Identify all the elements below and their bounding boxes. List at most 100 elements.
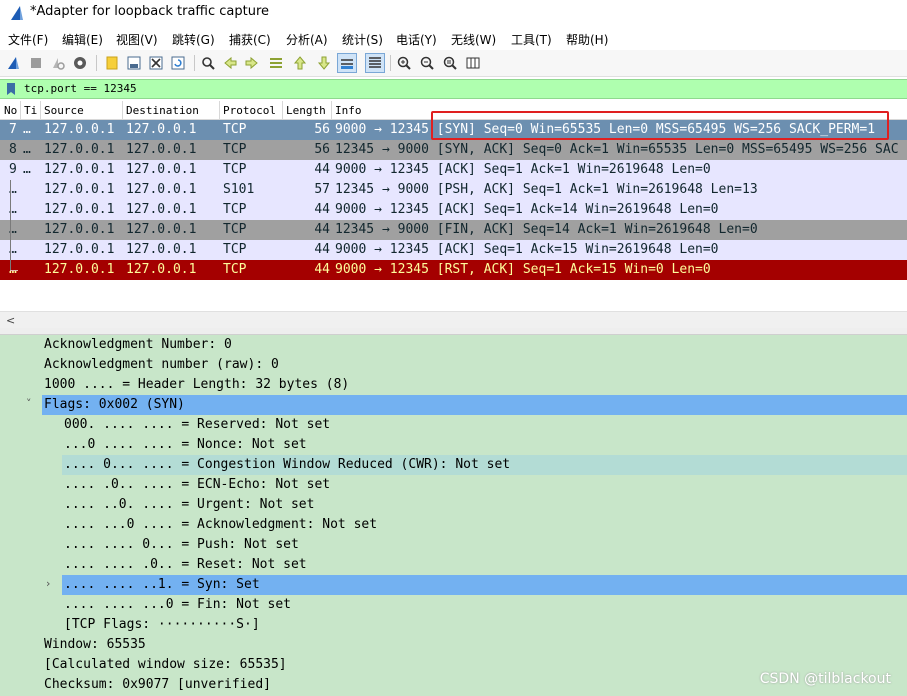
packet-cell-len: 56 xyxy=(314,122,330,137)
restart-icon[interactable] xyxy=(48,53,68,73)
packet-row[interactable]: … 127.0.0.1 127.0.0.1 S101 57 12345 → 9000 [P… xyxy=(0,180,907,200)
packet-cell-info: 9000 → 12345 [RST, ACK] Seq=1 Ack=15 Win… xyxy=(335,262,711,277)
packet-row[interactable]: … 127.0.0.1 127.0.0.1 TCP 44 9000 → 12345 [AC… xyxy=(0,240,907,260)
detail-line[interactable]: .... 0... .... = Congestion Window Reduc… xyxy=(62,455,907,475)
options-gear-icon[interactable] xyxy=(70,53,90,73)
menu-edit[interactable]: 编辑(E) xyxy=(62,31,103,48)
packet-cell-no: 8 xyxy=(9,142,17,157)
packet-cell-dst: 127.0.0.1 xyxy=(126,122,197,137)
packet-list: 7 … 127.0.0.1 127.0.0.1 TCP 56 9000 → 12345 [S… xyxy=(0,120,907,310)
packet-row[interactable]: … 127.0.0.1 127.0.0.1 TCP 44 9000 → 12345 [AC… xyxy=(0,200,907,220)
collapse-chevron-icon[interactable]: ˅ xyxy=(26,397,32,410)
window-title: *Adapter for loopback traffic capture xyxy=(30,4,270,19)
zoom-out-icon[interactable] xyxy=(417,53,437,73)
col-header-info[interactable]: Info xyxy=(335,104,362,117)
menu-analyze[interactable]: 分析(A) xyxy=(286,31,328,48)
detail-line-text: Flags: 0x002 (SYN) xyxy=(44,397,185,412)
packet-row[interactable]: 8 … 127.0.0.1 127.0.0.1 TCP 56 12345 → 9000 [S… xyxy=(0,140,907,160)
packet-cell-time: … xyxy=(23,162,31,177)
menu-go[interactable]: 跳转(G) xyxy=(172,31,215,48)
go-to-packet-icon[interactable] xyxy=(266,53,286,73)
col-header-time[interactable]: Ti xyxy=(24,104,37,117)
reload-icon[interactable] xyxy=(168,53,188,73)
go-forward-icon[interactable] xyxy=(242,53,262,73)
col-header-protocol[interactable]: Protocol xyxy=(223,104,276,117)
packet-cell-len: 56 xyxy=(314,142,330,157)
packet-cell-proto: TCP xyxy=(223,222,247,237)
packet-cell-dst: 127.0.0.1 xyxy=(126,262,197,277)
pane-splitter[interactable] xyxy=(0,328,907,335)
menu-file[interactable]: 文件(F) xyxy=(8,31,48,48)
go-first-icon[interactable] xyxy=(290,53,310,73)
menu-wireless[interactable]: 无线(W) xyxy=(451,31,496,48)
display-filter-bar[interactable]: tcp.port == 12345 xyxy=(0,79,907,99)
menu-telephony[interactable]: 电话(Y) xyxy=(396,31,437,48)
col-header-length[interactable]: Length xyxy=(286,104,326,117)
stop-icon[interactable] xyxy=(26,53,46,73)
packet-cell-time: … xyxy=(23,142,31,157)
menu-tools[interactable]: 工具(T) xyxy=(511,31,552,48)
shark-fin-icon[interactable] xyxy=(4,53,24,73)
detail-line-text: 000. .... .... = Reserved: Not set xyxy=(64,417,331,432)
packet-cell-no: 9 xyxy=(9,162,17,177)
filter-input[interactable]: tcp.port == 12345 xyxy=(24,82,137,95)
detail-line-text: .... .... 0... = Push: Not set xyxy=(64,537,299,552)
col-header-destination[interactable]: Destination xyxy=(126,104,199,117)
menu-capture[interactable]: 捕获(C) xyxy=(229,31,271,48)
zoom-normal-icon[interactable] xyxy=(440,53,460,73)
packet-cell-info: 9000 → 12345 [SYN] Seq=0 Win=65535 Len=0… xyxy=(335,122,876,137)
packet-list-header: No Ti Source Destination Protocol Length… xyxy=(0,101,907,120)
detail-line-text: ...0 .... .... = Nonce: Not set xyxy=(64,437,307,452)
menu-view[interactable]: 视图(V) xyxy=(116,31,158,48)
packet-cell-src: 127.0.0.1 xyxy=(44,242,115,257)
detail-line-text: .... .... .0.. = Reset: Not set xyxy=(64,557,307,572)
packet-cell-proto: TCP xyxy=(223,262,247,277)
autoscroll-icon[interactable] xyxy=(337,53,357,73)
packet-cell-dst: 127.0.0.1 xyxy=(126,182,197,197)
detail-line[interactable]: .... .... ..1. = Syn: Set xyxy=(62,575,907,595)
packet-cell-src: 127.0.0.1 xyxy=(44,202,115,217)
menu-bar: 文件(F) 编辑(E) 视图(V) 跳转(G) 捕获(C) 分析(A) 统计(S… xyxy=(0,28,907,50)
packet-cell-src: 127.0.0.1 xyxy=(44,142,115,157)
packet-row[interactable]: … 127.0.0.1 127.0.0.1 TCP 44 12345 → 9000 [FI… xyxy=(0,220,907,240)
packet-cell-src: 127.0.0.1 xyxy=(44,222,115,237)
save-icon[interactable] xyxy=(124,53,144,73)
packet-cell-dst: 127.0.0.1 xyxy=(126,242,197,257)
col-header-no[interactable]: No xyxy=(4,104,17,117)
detail-line-text: .... .0.. .... = ECN-Echo: Not set xyxy=(64,477,331,492)
menu-help[interactable]: 帮助(H) xyxy=(566,31,608,48)
zoom-in-icon[interactable] xyxy=(394,53,414,73)
packet-cell-proto: TCP xyxy=(223,242,247,257)
close-file-icon[interactable] xyxy=(146,53,166,73)
packet-cell-len: 44 xyxy=(314,262,330,277)
col-header-source[interactable]: Source xyxy=(44,104,84,117)
scroll-left-icon[interactable]: < xyxy=(6,314,15,327)
packet-row[interactable]: 7 … 127.0.0.1 127.0.0.1 TCP 56 9000 → 12345 [S… xyxy=(0,120,907,140)
packet-cell-proto: TCP xyxy=(223,202,247,217)
detail-line-text: [Calculated window size: 65535] xyxy=(44,657,287,672)
packet-cell-src: 127.0.0.1 xyxy=(44,262,115,277)
detail-line-text: Checksum: 0x9077 [unverified] xyxy=(44,677,271,692)
menu-statistics[interactable]: 统计(S) xyxy=(342,31,383,48)
go-last-icon[interactable] xyxy=(314,53,334,73)
open-folder-icon[interactable] xyxy=(102,53,122,73)
packet-row[interactable]: …127.0.0.1127.0.0.1TCP449000 → 12345 [RS… xyxy=(0,260,907,280)
packet-cell-info: 9000 → 12345 [ACK] Seq=1 Ack=15 Win=2619… xyxy=(335,242,719,257)
colorize-icon[interactable] xyxy=(365,53,385,73)
title-bar: *Adapter for loopback traffic capture xyxy=(0,0,907,26)
detail-line-text: .... ..0. .... = Urgent: Not set xyxy=(64,497,315,512)
packet-row[interactable]: 9 … 127.0.0.1 127.0.0.1 TCP 44 9000 → 12345 [A… xyxy=(0,160,907,180)
packet-cell-src: 127.0.0.1 xyxy=(44,162,115,177)
packet-list-scrollbar[interactable]: < xyxy=(0,311,907,328)
filter-bookmark-icon[interactable] xyxy=(6,82,16,96)
find-icon[interactable] xyxy=(198,53,218,73)
packet-cell-dst: 127.0.0.1 xyxy=(126,222,197,237)
expand-chevron-icon[interactable]: › xyxy=(46,577,50,590)
detail-line[interactable]: Flags: 0x002 (SYN) xyxy=(42,395,907,415)
packet-cell-proto: S101 xyxy=(223,182,255,197)
packet-cell-src: 127.0.0.1 xyxy=(44,182,115,197)
resize-columns-icon[interactable] xyxy=(463,53,483,73)
packet-cell-proto: TCP xyxy=(223,122,247,137)
go-back-icon[interactable] xyxy=(220,53,240,73)
packet-cell-len: 44 xyxy=(314,242,330,257)
